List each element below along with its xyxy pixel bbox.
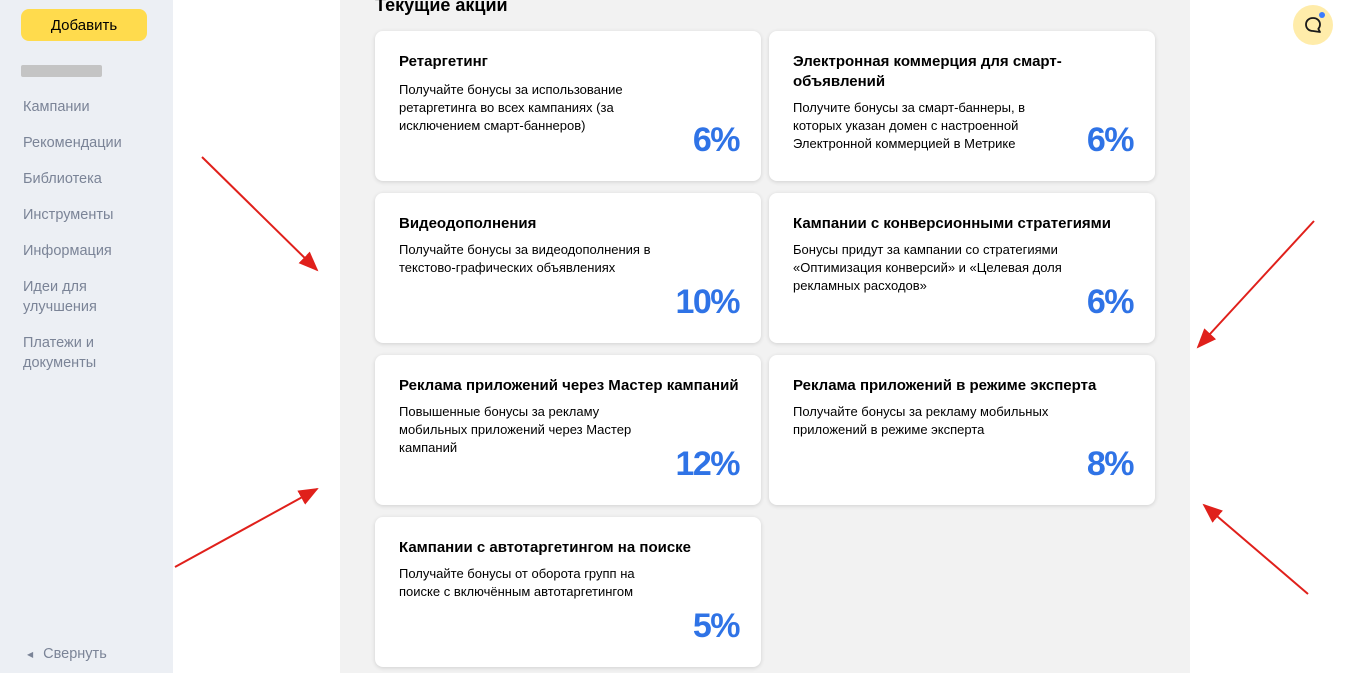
promo-card-search-autotargeting[interactable]: Кампании с автотаргетингом на поиске Пол…	[375, 517, 761, 667]
sidebar-item-information[interactable]: Информация	[23, 241, 163, 261]
promo-card-description: Повышенные бонусы за рекламу мобильных п…	[399, 404, 632, 455]
chat-bubble-icon	[1305, 17, 1321, 33]
promo-card-conversion-strategies[interactable]: Кампании с конверсионными стратегиями Бо…	[769, 193, 1155, 343]
promo-card-retargeting[interactable]: Ретаргетинг Получайте бонусы за использо…	[375, 31, 761, 181]
sidebar-item-payments[interactable]: Платежи и документы	[23, 333, 163, 373]
promotions-panel: Текущие акции Ретаргетинг Получайте бону…	[340, 0, 1190, 673]
promo-card-video-extensions[interactable]: Видеодополнения Получайте бонусы за виде…	[375, 193, 761, 343]
chat-button[interactable]	[1293, 5, 1333, 45]
sidebar: Добавить Кампании Рекомендации Библиотек…	[0, 0, 173, 673]
promo-card-ecommerce[interactable]: Электронная коммерция для смарт-объявлен…	[769, 31, 1155, 181]
promo-card-description: Получайте бонусы за рекламу мобильных пр…	[793, 404, 1049, 437]
annotation-arrow	[1196, 220, 1315, 349]
sidebar-item-recommendations[interactable]: Рекомендации	[23, 133, 163, 153]
promo-card-percent: 6%	[1086, 121, 1135, 159]
annotation-arrow	[1202, 503, 1309, 595]
section-title: Текущие акции	[375, 0, 508, 15]
promo-card-description: Получите бонусы за смарт-баннеры, в кото…	[793, 100, 1026, 151]
promo-card-description: Получайте бонусы за видеодополнения в те…	[399, 242, 651, 275]
promo-card-app-campaign-master[interactable]: Реклама приложений через Мастер кампаний…	[375, 355, 761, 505]
annotation-arrow	[174, 488, 319, 568]
redacted-user-name	[21, 65, 102, 77]
promo-card-percent: 5%	[692, 607, 741, 645]
promo-card-title: Реклама приложений через Мастер кампаний	[399, 377, 739, 394]
collapse-sidebar-button[interactable]: ◀ Свернуть	[27, 646, 107, 662]
promo-card-title: Ретаргетинг	[399, 53, 488, 70]
promo-card-description: Получайте бонусы за использование ретарг…	[399, 82, 623, 133]
collapse-label: Свернуть	[43, 646, 107, 662]
promo-card-percent: 6%	[692, 121, 741, 159]
add-button[interactable]: Добавить	[21, 9, 147, 41]
sidebar-item-ideas[interactable]: Идеи для улучшения	[23, 277, 163, 317]
chat-notification-dot	[1319, 12, 1325, 18]
promo-card-app-expert-mode[interactable]: Реклама приложений в режиме эксперта Пол…	[769, 355, 1155, 505]
promo-card-title: Видеодополнения	[399, 215, 537, 232]
promo-card-percent: 10%	[675, 283, 740, 321]
promo-card-title: Кампании с автотаргетингом на поиске	[399, 539, 692, 556]
sidebar-item-tools[interactable]: Инструменты	[23, 205, 163, 225]
sidebar-item-library[interactable]: Библиотека	[23, 169, 163, 189]
promo-card-title: Электронная коммерция для смарт-объявлен…	[793, 53, 1062, 90]
triangle-left-icon: ◀	[27, 649, 34, 659]
promo-card-title: Кампании с конверсионными стратегиями	[793, 215, 1111, 232]
sidebar-nav: Кампании Рекомендации Библиотека Инструм…	[23, 97, 163, 389]
promo-card-description: Получайте бонусы от оборота групп на пои…	[399, 566, 635, 599]
annotation-arrow	[201, 156, 319, 272]
promo-card-description: Бонусы придут за кампании со стратегиями…	[793, 242, 1062, 293]
promo-card-title: Реклама приложений в режиме эксперта	[793, 377, 1097, 394]
sidebar-item-campaigns[interactable]: Кампании	[23, 97, 163, 117]
promo-card-percent: 8%	[1086, 445, 1135, 483]
promo-card-percent: 12%	[675, 445, 740, 483]
promo-card-percent: 6%	[1086, 283, 1135, 321]
